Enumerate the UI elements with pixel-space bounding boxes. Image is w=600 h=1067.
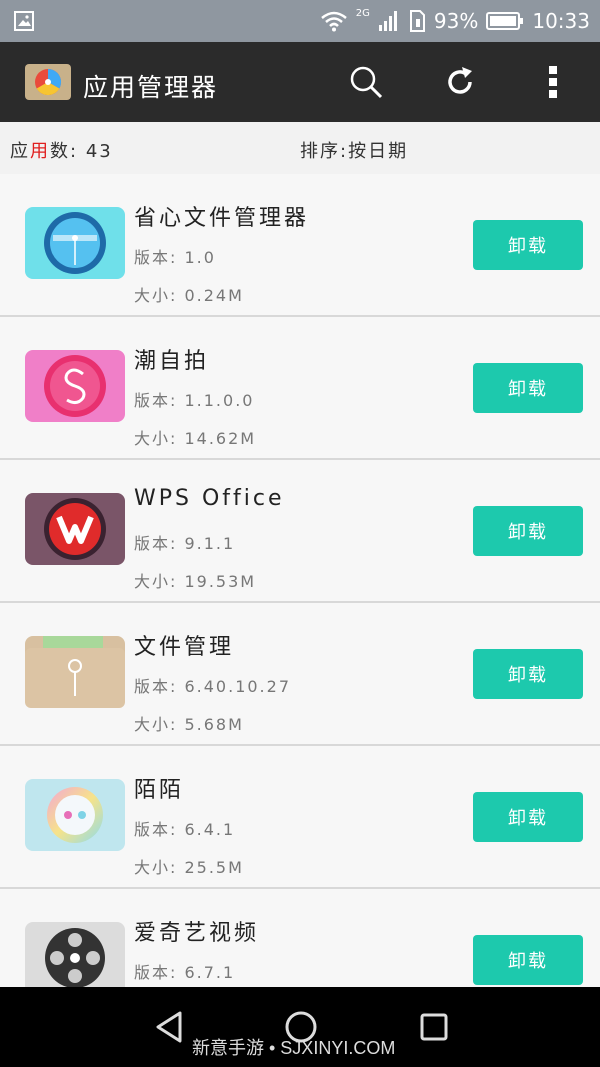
list-item[interactable]: WPS Office 版本: 9.1.1 大小: 19.53M 卸载 bbox=[0, 460, 600, 603]
wifi-icon bbox=[320, 11, 347, 32]
app-version: 版本: 1.1.0.0 bbox=[134, 391, 255, 410]
app-list: 省心文件管理器 版本: 1.0 大小: 0.24M 卸载 潮自拍 版本: 1.1… bbox=[0, 174, 600, 1032]
list-item[interactable]: 陌陌 版本: 6.4.1 大小: 25.5M 卸载 bbox=[0, 746, 600, 889]
count-label-part: 数: bbox=[50, 141, 79, 162]
uninstall-button[interactable]: 卸载 bbox=[473, 792, 583, 842]
search-icon bbox=[350, 66, 383, 99]
app-name: 省心文件管理器 bbox=[134, 206, 310, 231]
list-item[interactable]: 潮自拍 版本: 1.1.0.0 大小: 14.62M 卸载 bbox=[0, 317, 600, 460]
selfie-app-icon bbox=[25, 350, 125, 422]
app-size: 大小: 5.68M bbox=[134, 715, 244, 734]
refresh-button[interactable] bbox=[440, 62, 480, 102]
back-icon[interactable] bbox=[150, 1007, 190, 1047]
more-vert-icon bbox=[549, 66, 557, 98]
clock: 10:33 bbox=[532, 9, 590, 33]
list-item[interactable]: 文件管理 版本: 6.40.10.27 大小: 5.68M 卸载 bbox=[0, 603, 600, 746]
uninstall-button[interactable]: 卸载 bbox=[473, 506, 583, 556]
app-version: 版本: 9.1.1 bbox=[134, 534, 236, 553]
app-version: 版本: 6.7.1 bbox=[134, 963, 236, 982]
uninstall-button[interactable]: 卸载 bbox=[473, 935, 583, 985]
app-size: 大小: 0.24M bbox=[134, 286, 244, 305]
sort-label: 排序: bbox=[300, 141, 349, 162]
app-title: 应用管理器 bbox=[83, 73, 219, 102]
app-count: 应用数: 43 bbox=[10, 137, 113, 163]
file-folder-app-icon bbox=[25, 632, 125, 708]
signal-icon bbox=[378, 11, 397, 31]
app-name: WPS Office bbox=[134, 486, 285, 511]
count-label-highlight: 用 bbox=[30, 141, 50, 162]
uninstall-button[interactable]: 卸载 bbox=[473, 363, 583, 413]
more-options-button[interactable] bbox=[533, 62, 573, 102]
app-name: 文件管理 bbox=[134, 635, 235, 660]
app-size: 大小: 14.62M bbox=[134, 429, 257, 448]
app-name: 爱奇艺视频 bbox=[134, 921, 260, 946]
app-size: 大小: 25.5M bbox=[134, 858, 244, 877]
momo-app-icon bbox=[25, 779, 125, 851]
watermark: 新意手游 • SJXINYI.COM bbox=[192, 1038, 396, 1058]
app-bar: 应用管理器 bbox=[0, 42, 600, 122]
wps-office-app-icon bbox=[25, 493, 125, 565]
status-bar: 2G 93% 10:33 bbox=[0, 0, 600, 42]
app-version: 版本: 1.0 bbox=[134, 248, 216, 267]
uninstall-button[interactable]: 卸载 bbox=[473, 649, 583, 699]
sim-icon bbox=[409, 10, 425, 32]
film-reel-app-icon bbox=[25, 922, 125, 994]
sort-selector[interactable]: 排序:按日期 bbox=[300, 137, 408, 163]
battery-percent: 93% bbox=[433, 9, 479, 33]
refresh-icon bbox=[448, 67, 472, 94]
count-value: 43 bbox=[85, 141, 113, 162]
battery-icon bbox=[486, 12, 524, 30]
app-version: 版本: 6.4.1 bbox=[134, 820, 236, 839]
search-button[interactable] bbox=[346, 62, 386, 102]
app-logo-icon bbox=[25, 64, 71, 100]
image-notification-icon bbox=[14, 11, 34, 31]
count-label-part: 应 bbox=[10, 141, 30, 162]
info-row: 应用数: 43 排序:按日期 bbox=[0, 122, 600, 174]
network-type-label: 2G bbox=[355, 7, 370, 19]
recent-apps-icon[interactable] bbox=[414, 1007, 454, 1047]
app-name: 潮自拍 bbox=[134, 349, 210, 374]
list-item[interactable]: 省心文件管理器 版本: 1.0 大小: 0.24M 卸载 bbox=[0, 174, 600, 317]
app-name: 陌陌 bbox=[134, 778, 185, 803]
uninstall-button[interactable]: 卸载 bbox=[473, 220, 583, 270]
app-size: 大小: 19.53M bbox=[134, 572, 257, 591]
app-version: 版本: 6.40.10.27 bbox=[134, 677, 291, 696]
file-manager-app-icon bbox=[25, 207, 125, 279]
sort-value: 按日期 bbox=[348, 141, 409, 162]
